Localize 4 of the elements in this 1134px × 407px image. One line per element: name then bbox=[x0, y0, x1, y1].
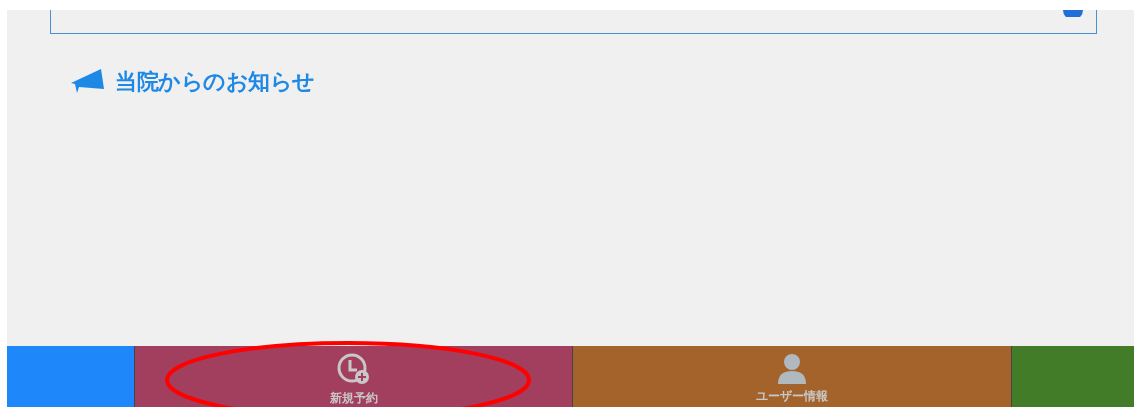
nav-label: 新規予約 bbox=[329, 390, 378, 407]
nav-tab[interactable]: ユーザー情報 bbox=[573, 346, 1012, 407]
section-title: 当院からのお知らせ bbox=[115, 68, 315, 96]
nav-label: ユーザー情報 bbox=[756, 388, 828, 405]
